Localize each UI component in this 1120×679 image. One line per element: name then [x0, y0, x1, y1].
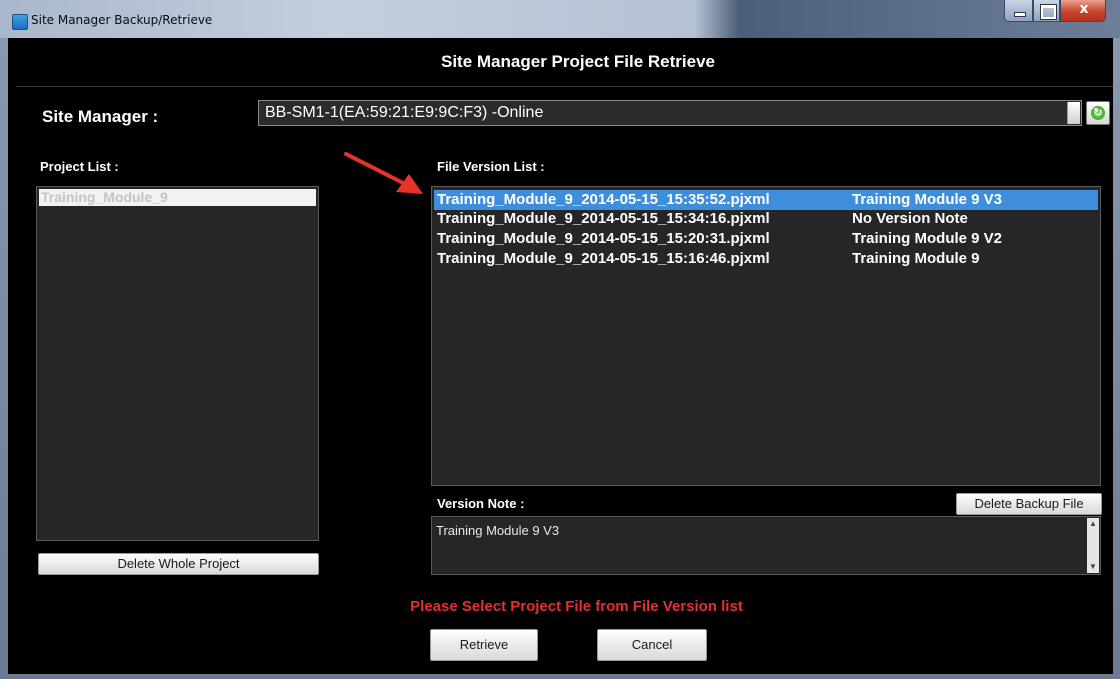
- app-icon: [12, 14, 28, 30]
- window-title: Site Manager Backup/Retrieve: [31, 13, 213, 27]
- file-version-note: Training Module 9: [852, 250, 980, 267]
- file-version-note: No Version Note: [852, 210, 968, 227]
- scroll-up-icon[interactable]: ▲: [1087, 518, 1099, 530]
- delete-whole-project-button[interactable]: Delete Whole Project: [38, 553, 319, 575]
- status-message: Please Select Project File from File Ver…: [410, 598, 743, 615]
- app-window: Site Manager Backup/Retrieve x Site Mana…: [0, 0, 1120, 679]
- file-version-list-label: File Version List :: [437, 159, 545, 174]
- file-version-note: Training Module 9 V3: [852, 191, 1003, 208]
- version-note-textarea[interactable]: Training Module 9 V3 ▲ ▼: [431, 516, 1101, 575]
- dialog-body: Site Manager Project File Retrieve Site …: [8, 38, 1113, 674]
- heading-divider: [16, 86, 1113, 87]
- file-version-row[interactable]: Training_Module_9_2014-05-15_15:20:31.pj…: [434, 229, 1098, 249]
- file-version-note: Training Module 9 V2: [852, 230, 1003, 247]
- version-note-scrollbar[interactable]: ▲ ▼: [1087, 518, 1099, 573]
- close-icon: x: [1079, 1, 1089, 17]
- project-list[interactable]: Training_Module_9: [36, 186, 319, 541]
- file-version-row[interactable]: Training_Module_9_2014-05-15_15:16:46.pj…: [434, 249, 1098, 269]
- file-name: Training_Module_9_2014-05-15_15:34:16.pj…: [437, 210, 770, 227]
- version-note-label: Version Note :: [437, 496, 525, 511]
- dialog-heading: Site Manager Project File Retrieve: [441, 52, 715, 71]
- minimize-button[interactable]: [1004, 0, 1033, 22]
- file-version-row[interactable]: Training_Module_9_2014-05-15_15:34:16.pj…: [434, 209, 1098, 229]
- retrieve-button[interactable]: Retrieve: [430, 629, 538, 661]
- file-version-list[interactable]: Training_Module_9_2014-05-15_15:35:52.pj…: [431, 186, 1101, 486]
- project-list-item[interactable]: Training_Module_9: [39, 189, 316, 206]
- dropdown-arrow-icon[interactable]: [1067, 102, 1080, 124]
- refresh-icon: ↻: [1091, 106, 1105, 120]
- delete-backup-file-button[interactable]: Delete Backup File: [956, 493, 1102, 515]
- file-version-row[interactable]: Training_Module_9_2014-05-15_15:35:52.pj…: [434, 190, 1098, 210]
- site-manager-select[interactable]: BB-SM1-1(EA:59:21:E9:9C:F3) -Online: [258, 100, 1082, 126]
- minimize-icon: [1014, 12, 1026, 17]
- title-bar[interactable]: Site Manager Backup/Retrieve x: [0, 0, 1120, 38]
- maximize-button[interactable]: [1033, 0, 1060, 22]
- annotation-arrow-icon: [344, 152, 423, 194]
- close-button[interactable]: x: [1060, 0, 1106, 22]
- file-name: Training_Module_9_2014-05-15_15:35:52.pj…: [437, 191, 770, 208]
- file-name: Training_Module_9_2014-05-15_15:16:46.pj…: [437, 250, 770, 267]
- scroll-down-icon[interactable]: ▼: [1087, 561, 1099, 573]
- site-manager-label: Site Manager :: [42, 107, 159, 126]
- site-manager-selected-value: BB-SM1-1(EA:59:21:E9:9C:F3) -Online: [265, 104, 544, 121]
- cancel-button[interactable]: Cancel: [597, 629, 707, 661]
- version-note-text: Training Module 9 V3: [436, 523, 560, 538]
- project-list-label: Project List :: [40, 159, 119, 174]
- refresh-button[interactable]: ↻: [1086, 101, 1110, 125]
- file-name: Training_Module_9_2014-05-15_15:20:31.pj…: [437, 230, 770, 247]
- maximize-icon: [1040, 4, 1057, 20]
